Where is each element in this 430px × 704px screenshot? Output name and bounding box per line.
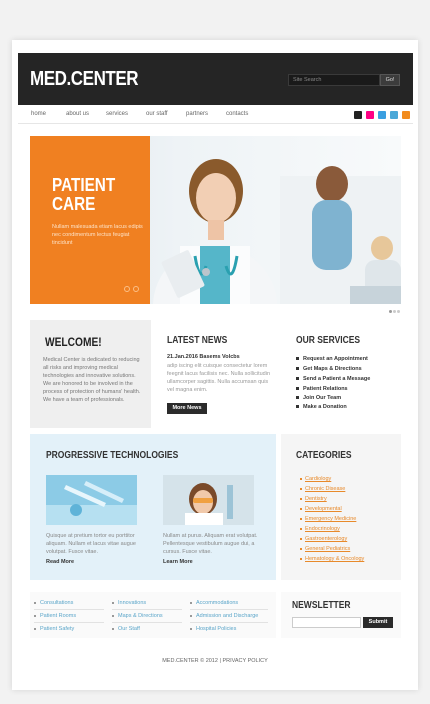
- footer-link[interactable]: Hospital Policies: [190, 626, 236, 632]
- slider-pager-dot[interactable]: [393, 310, 396, 313]
- blogger-icon[interactable]: [402, 111, 410, 119]
- service-link[interactable]: Send a Patient a Message: [296, 376, 370, 382]
- category-link[interactable]: Gastroenterology: [300, 536, 347, 542]
- hero-title-line1: PATIENT: [52, 175, 116, 195]
- service-link[interactable]: Get Maps & Directions: [296, 366, 362, 372]
- main-nav: home about us services our staff partner…: [18, 107, 413, 124]
- footer-link[interactable]: Maps & Directions: [112, 613, 163, 619]
- category-link[interactable]: Chronic Disease: [300, 486, 345, 492]
- footer-link[interactable]: Our Staff: [112, 626, 140, 632]
- search-go-button[interactable]: Go!: [380, 74, 400, 86]
- divider: [190, 622, 268, 623]
- hero-caption-panel: PATIENT CARE Nullam malesuada etiam lacu…: [30, 136, 150, 304]
- search-input[interactable]: Site Search: [288, 74, 380, 86]
- header: MED.CENTER Site Search Go!: [18, 53, 413, 105]
- newsletter-submit-button[interactable]: Submit: [363, 617, 393, 628]
- hero-prev-icon[interactable]: [124, 286, 130, 292]
- newsletter-box: [281, 592, 401, 638]
- divider: [34, 622, 104, 623]
- footer-link[interactable]: Patient Safety: [34, 626, 74, 632]
- twitter-icon[interactable]: [378, 111, 386, 119]
- nav-item-staff[interactable]: our staff: [146, 111, 168, 117]
- footer-link[interactable]: Accommodations: [190, 600, 238, 606]
- hero-text: Nullam malesuada etiam lacus edipis nec …: [52, 224, 143, 246]
- newsletter-email-input[interactable]: [292, 617, 361, 628]
- welcome-text: Medical Center is dedicated to reducing …: [43, 357, 141, 403]
- site-logo[interactable]: MED.CENTER: [30, 68, 139, 91]
- newsletter-title: NEWSLETTER: [292, 600, 351, 611]
- welcome-title: WELCOME!: [45, 335, 102, 349]
- category-link[interactable]: General Pediatrics: [300, 546, 350, 552]
- category-link[interactable]: Hematology & Oncology: [300, 556, 364, 562]
- divider: [190, 609, 268, 610]
- news-title: LATEST NEWS: [167, 335, 228, 346]
- hero-next-icon[interactable]: [133, 286, 139, 292]
- progressive-col1-text: Quisque at pretium tortor eu porttitor a…: [46, 533, 136, 555]
- lab-test-tube-image: [46, 475, 137, 525]
- nav-item-contacts[interactable]: contacts: [226, 111, 248, 117]
- divider: [112, 622, 182, 623]
- category-link[interactable]: Emergency Medicine: [300, 516, 356, 522]
- divider: [112, 609, 182, 610]
- news-text: adip iscing elit cuisque consectetur lor…: [167, 363, 271, 393]
- delicious-icon[interactable]: [390, 111, 398, 119]
- learn-more-link[interactable]: Learn More: [163, 559, 193, 565]
- read-more-link[interactable]: Read More: [46, 559, 74, 565]
- service-link[interactable]: Make a Donation: [296, 404, 347, 410]
- categories-title: CATEGORIES: [296, 450, 352, 461]
- slider-pager-dot[interactable]: [397, 310, 400, 313]
- footer-copyright: MED.CENTER © 2012 | PRIVACY POLICY: [0, 658, 430, 664]
- service-link[interactable]: Request an Appointment: [296, 356, 368, 362]
- hero-title-line2: CARE: [52, 194, 96, 214]
- category-link[interactable]: Endocrinology: [300, 526, 340, 532]
- progressive-col2-text: Nullam at purus. Aliquam erat volutpat. …: [163, 533, 258, 555]
- footer-link[interactable]: Innovations: [112, 600, 146, 606]
- hero-slider: PATIENT CARE Nullam malesuada etiam lacu…: [30, 136, 401, 304]
- copyright-text: MED.CENTER © 2012: [162, 658, 218, 664]
- services-title: OUR SERVICES: [296, 335, 361, 346]
- nav-item-partners[interactable]: partners: [186, 111, 208, 117]
- service-link[interactable]: Patient Relations: [296, 386, 348, 392]
- slider-pager-dot[interactable]: [389, 310, 392, 313]
- rss-icon[interactable]: [354, 111, 362, 119]
- progressive-title: PROGRESSIVE TECHNOLOGIES: [46, 450, 179, 461]
- category-link[interactable]: Dentistry: [300, 496, 327, 502]
- flickr-icon[interactable]: [366, 111, 374, 119]
- nav-item-home[interactable]: home: [31, 111, 46, 117]
- more-news-button[interactable]: More News: [167, 403, 207, 414]
- divider: [34, 609, 104, 610]
- category-link[interactable]: Developmental: [300, 506, 342, 512]
- lab-scientist-image: [163, 475, 254, 525]
- footer-link[interactable]: Admission and Discharge: [190, 613, 258, 619]
- service-link[interactable]: Join Our Team: [296, 395, 341, 401]
- category-link[interactable]: Cardiology: [300, 476, 331, 482]
- footer-link[interactable]: Consultations: [34, 600, 73, 606]
- news-date-title[interactable]: 21.Jan.2016 Basems Volcbs: [167, 353, 272, 361]
- hero-title: PATIENT CARE: [52, 176, 115, 214]
- nav-item-services[interactable]: services: [106, 111, 128, 117]
- footer-link[interactable]: Patient Rooms: [34, 613, 76, 619]
- privacy-policy-link[interactable]: PRIVACY POLICY: [222, 658, 267, 664]
- nav-item-about[interactable]: about us: [66, 111, 89, 117]
- footer-separator: |: [219, 658, 221, 664]
